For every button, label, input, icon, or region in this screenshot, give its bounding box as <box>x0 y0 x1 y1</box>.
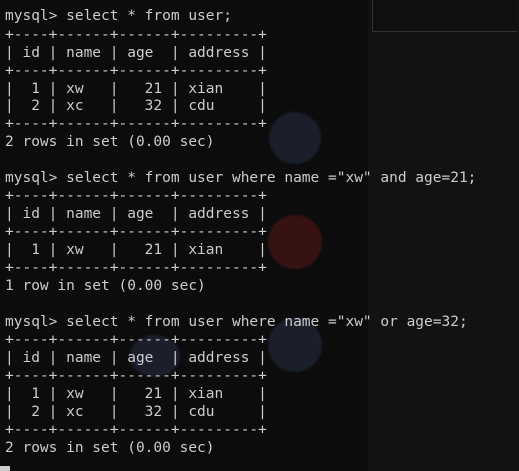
terminal-line: 1 row in set (0.00 sec) <box>5 278 206 294</box>
terminal-line: | 2 | xc | 32 | cdu | <box>5 98 267 114</box>
terminal-line: mysql> select * from user where name ="x… <box>5 314 468 330</box>
terminal-line: +----+------+------+---------+ <box>5 188 267 204</box>
terminal-line: | id | name | age | address | <box>5 350 267 366</box>
terminal-line: mysql> select * from user where name ="x… <box>5 170 477 186</box>
terminal-line: +----+------+------+---------+ <box>5 260 267 276</box>
terminal-line: 2 rows in set (0.00 sec) <box>5 440 215 456</box>
terminal-line: +----+------+------+---------+ <box>5 116 267 132</box>
terminal-line: +----+------+------+---------+ <box>5 368 267 384</box>
background-avatar <box>268 215 322 269</box>
terminal-line: +----+------+------+---------+ <box>5 332 267 348</box>
terminal-line: | 1 | xw | 21 | xian | <box>5 242 267 258</box>
terminal-line: +----+------+------+---------+ <box>5 27 267 43</box>
terminal-line: +----+------+------+---------+ <box>5 63 267 79</box>
background-avatar <box>269 112 321 164</box>
background-panel <box>368 0 519 471</box>
background-window-edge <box>372 0 517 32</box>
terminal-line: +----+------+------+---------+ <box>5 422 267 438</box>
terminal-line: +----+------+------+---------+ <box>5 224 267 240</box>
terminal-line: 2 rows in set (0.00 sec) <box>5 134 215 150</box>
terminal-line: | id | name | age | address | <box>5 206 267 222</box>
terminal-line: | 2 | xc | 32 | cdu | <box>5 404 267 420</box>
terminal-cursor <box>0 466 10 471</box>
terminal-line: mysql> select * from user; <box>5 8 232 24</box>
mysql-terminal[interactable]: mysql> select * from user; +----+------+… <box>0 0 519 471</box>
terminal-line: | 1 | xw | 21 | xian | <box>5 81 267 97</box>
terminal-line: | id | name | age | address | <box>5 45 267 61</box>
terminal-line: | 1 | xw | 21 | xian | <box>5 386 267 402</box>
